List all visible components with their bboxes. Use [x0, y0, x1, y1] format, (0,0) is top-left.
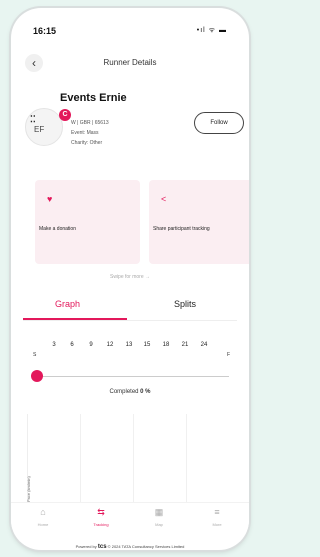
- avatar-badge: C: [59, 109, 71, 121]
- milestone-marker: 3: [52, 342, 56, 348]
- chart-gridline: [133, 414, 134, 502]
- tcs-logo: tcs: [97, 544, 107, 550]
- share-tracking-label: Share participant tracking: [153, 226, 210, 232]
- runner-id-line: W | GBR | 65613: [71, 120, 109, 126]
- footer-text: © 2024 TATA Consultancy Services Limited: [107, 544, 185, 549]
- milestone-marker: 9: [89, 342, 93, 348]
- nav-label-map: Map: [155, 522, 163, 527]
- milestone-marker: 13: [125, 342, 133, 348]
- status-time: 16:15: [33, 26, 57, 36]
- share-tracking-card[interactable]: < Share participant tracking: [149, 180, 249, 264]
- tab-splits[interactable]: Splits: [174, 299, 196, 309]
- nav-item-map[interactable]: ▦ Map: [135, 507, 183, 527]
- chart-gridline: [80, 414, 81, 502]
- nav-label-home: Home: [37, 522, 49, 527]
- footer-prefix: Powered by: [75, 544, 97, 549]
- avatar-initials: EF: [34, 125, 45, 134]
- runner-name: Events Ernie: [60, 92, 127, 104]
- nav-item-tracking[interactable]: ⇆ Tracking: [77, 507, 125, 527]
- avatar: ⁚⁚ EF C: [25, 108, 71, 146]
- phone-frame: 16:15 •ıl ᯤ ▬ ‹ Runner Details ⁚⁚ EF C E…: [11, 8, 249, 550]
- pace-chart: Pace (km/min): [26, 414, 239, 502]
- avatar-marker-icon: ⁚⁚: [30, 114, 36, 124]
- finish-label: F: [227, 352, 231, 358]
- tabs-divider: [23, 320, 237, 321]
- runner-event-line: Event: Mass: [71, 130, 99, 136]
- nav-item-home[interactable]: ⌂ Home: [19, 507, 67, 527]
- milestone-marker: 24: [200, 342, 208, 348]
- milestone-marker: 15: [143, 342, 151, 348]
- completed-value: 0 %: [140, 389, 151, 395]
- page-title: Runner Details: [103, 58, 157, 67]
- start-label: S: [33, 352, 37, 358]
- tracking-icon: ⇆: [97, 507, 105, 517]
- status-bar: 16:15 •ıl ᯤ ▬: [11, 8, 249, 44]
- nav-label-more: More: [212, 522, 222, 527]
- footer: Powered by tcs © 2024 TATA Consultancy S…: [11, 544, 249, 550]
- progress-track: [37, 376, 229, 377]
- follow-button[interactable]: Follow: [194, 112, 244, 134]
- nav-item-more[interactable]: ≡ More: [193, 507, 241, 527]
- nav-label-tracking: Tracking: [93, 522, 109, 527]
- chart-y-axis-label: Pace (km/min): [26, 476, 31, 502]
- milestone-marker: 18: [162, 342, 170, 348]
- menu-icon: ≡: [214, 507, 220, 517]
- bottom-nav: ⌂ Home ⇆ Tracking ▦ Map ≡ More: [11, 502, 249, 542]
- home-icon: ⌂: [40, 507, 46, 517]
- donation-icon: ♥: [47, 194, 53, 204]
- runner-charity-line: Charity: Other: [71, 140, 103, 146]
- completed-label: Completed: [109, 389, 139, 395]
- nav-header: ‹ Runner Details: [11, 52, 249, 80]
- milestone-marker: 6: [70, 342, 74, 348]
- chart-gridline: [186, 414, 187, 502]
- progress-marker: [31, 370, 43, 382]
- donation-label: Make a donation: [39, 226, 76, 232]
- share-icon: <: [161, 194, 167, 204]
- milestone-marker: 12: [106, 342, 114, 348]
- swipe-hint: Swipe for more →: [109, 274, 150, 280]
- completed-status: Completed 0 %: [11, 389, 249, 395]
- milestone-marker: 21: [181, 342, 189, 348]
- status-icons: •ıl ᯤ ▬: [196, 27, 227, 34]
- tab-graph[interactable]: Graph: [55, 299, 80, 309]
- map-icon: ▦: [154, 507, 164, 517]
- donation-card[interactable]: ♥ Make a donation: [35, 180, 140, 264]
